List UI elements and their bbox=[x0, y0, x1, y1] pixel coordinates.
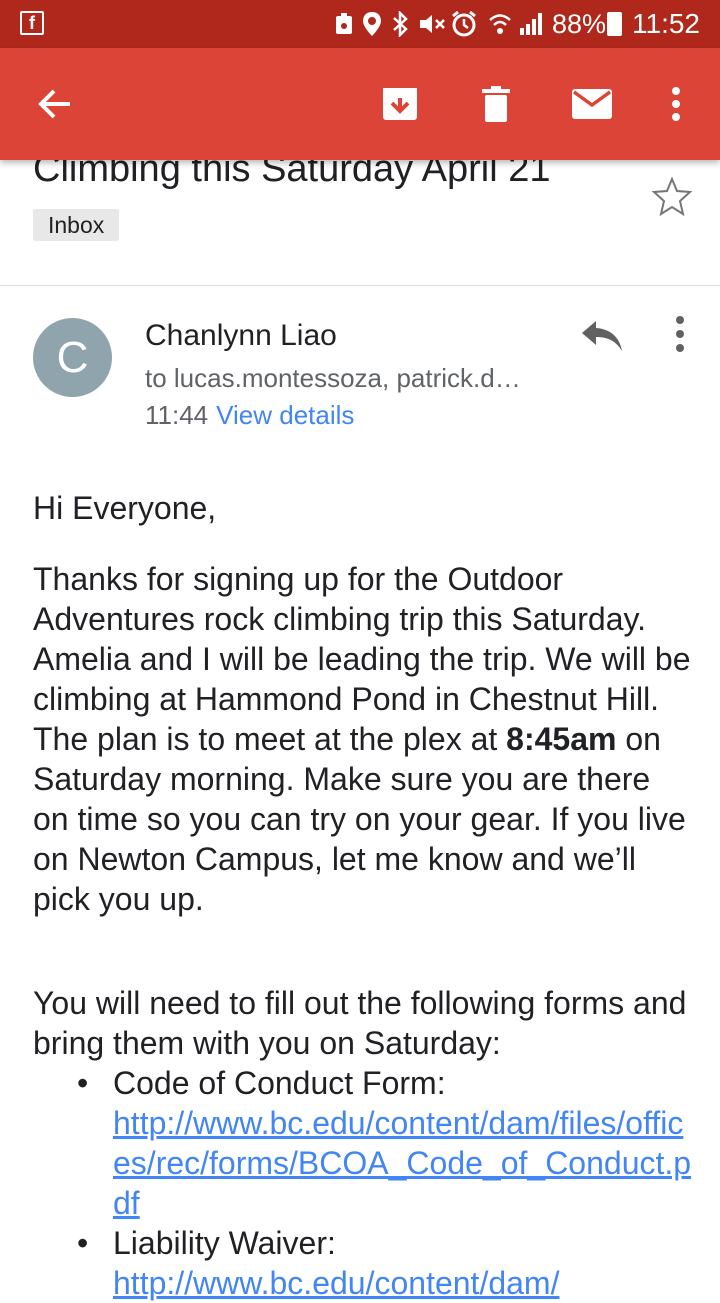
wifi-icon bbox=[489, 14, 511, 34]
delete-button[interactable] bbox=[468, 76, 524, 132]
forms-list: Code of Conduct Form: http://www.bc.edu/… bbox=[33, 1063, 693, 1303]
form-link[interactable]: http://www.bc.edu/content/dam/files/offi… bbox=[113, 1103, 693, 1223]
notification-icon bbox=[336, 13, 352, 34]
divider bbox=[0, 285, 720, 286]
bluetooth-icon bbox=[393, 11, 408, 37]
facebook-icon: f bbox=[20, 11, 44, 35]
more-vert-icon bbox=[672, 87, 680, 121]
form-label: Code of Conduct Form: bbox=[113, 1065, 446, 1101]
message-time-row: 11:44 View details bbox=[145, 400, 354, 431]
alarm-icon bbox=[452, 10, 476, 37]
signal-icon bbox=[520, 13, 542, 35]
more-options-button[interactable] bbox=[648, 76, 704, 132]
status-bar: f 88% 11:52 bbox=[0, 0, 720, 48]
greeting: Hi Everyone, bbox=[33, 490, 217, 526]
form-link[interactable]: http://www.bc.edu/content/dam/ bbox=[113, 1263, 693, 1303]
list-item: Liability Waiver: http://www.bc.edu/cont… bbox=[33, 1223, 693, 1303]
inbox-label[interactable]: Inbox bbox=[33, 209, 120, 241]
battery-icon bbox=[607, 12, 622, 36]
mail-icon bbox=[572, 89, 612, 119]
archive-icon bbox=[383, 88, 417, 120]
back-button[interactable] bbox=[26, 76, 82, 132]
body-paragraph-1: Thanks for signing up for the Outdoor Ad… bbox=[33, 559, 693, 919]
location-icon bbox=[363, 12, 381, 36]
sender-name: Chanlynn Liao bbox=[145, 319, 337, 352]
message-more-icon[interactable] bbox=[662, 315, 698, 355]
toolbar bbox=[0, 48, 720, 160]
form-label: Liability Waiver: bbox=[113, 1225, 336, 1261]
archive-button[interactable] bbox=[372, 76, 428, 132]
view-details-link[interactable]: View details bbox=[216, 400, 354, 430]
avatar[interactable]: C bbox=[33, 318, 112, 397]
body-paragraph-2: You will need to fill out the following … bbox=[33, 985, 687, 1061]
trash-icon bbox=[482, 86, 510, 122]
clock: 11:52 bbox=[632, 8, 700, 39]
mark-unread-button[interactable] bbox=[564, 76, 620, 132]
battery-percent: 88% bbox=[552, 9, 607, 39]
meet-time: 8:45am bbox=[506, 721, 617, 757]
message-time: 11:44 bbox=[145, 400, 209, 430]
star-icon[interactable] bbox=[652, 176, 692, 216]
reply-icon[interactable] bbox=[578, 315, 624, 355]
list-item: Code of Conduct Form: http://www.bc.edu/… bbox=[33, 1063, 693, 1223]
mute-icon bbox=[420, 15, 445, 33]
recipients: to lucas.montessoza, patrick.d… bbox=[145, 363, 521, 393]
arrow-back-icon bbox=[38, 89, 70, 119]
